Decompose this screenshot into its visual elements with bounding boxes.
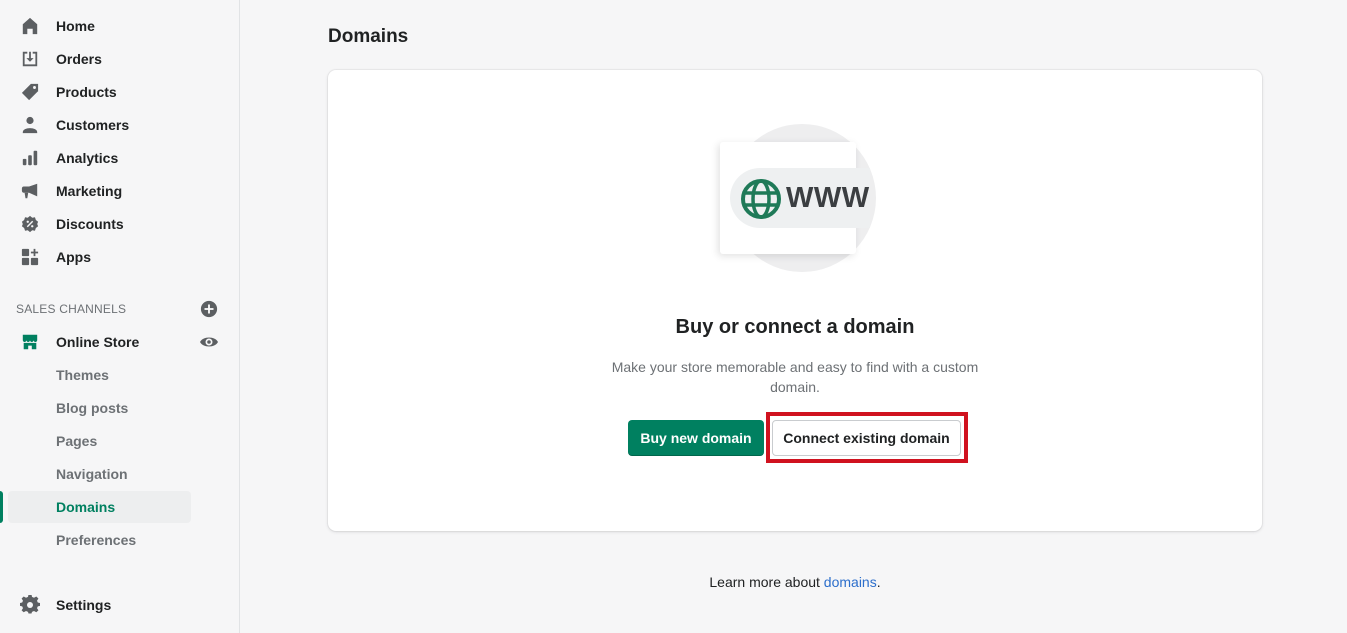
nav-preferences-label: Preferences bbox=[56, 532, 137, 548]
nav-marketing[interactable]: Marketing bbox=[0, 175, 240, 207]
nav-domains[interactable]: Domains bbox=[0, 491, 240, 523]
nav-pages-label: Pages bbox=[56, 433, 98, 449]
learn-more-period: . bbox=[876, 574, 881, 590]
plus-circle-icon bbox=[200, 300, 218, 318]
empty-state-heading: Buy or connect a domain bbox=[675, 316, 915, 338]
nav-preferences[interactable]: Preferences bbox=[0, 524, 240, 556]
gear-icon bbox=[20, 595, 40, 615]
nav-analytics[interactable]: Analytics bbox=[0, 142, 240, 174]
learn-more-text: Learn more about bbox=[709, 574, 824, 590]
megaphone-icon bbox=[20, 181, 40, 201]
nav-settings-label: Settings bbox=[56, 597, 112, 613]
nav-discounts-label: Discounts bbox=[56, 216, 124, 232]
nav-home[interactable]: Home bbox=[0, 10, 240, 42]
nav-blog-posts-label: Blog posts bbox=[56, 400, 129, 416]
store-icon bbox=[20, 332, 40, 352]
buy-new-domain-button[interactable]: Buy new domain bbox=[628, 420, 764, 456]
nav-analytics-label: Analytics bbox=[56, 150, 119, 166]
domains-empty-state-card: WWW Buy or connect a domain Make your st… bbox=[328, 70, 1262, 531]
add-sales-channel-button[interactable] bbox=[200, 300, 218, 318]
nav-customers[interactable]: Customers bbox=[0, 109, 240, 141]
domain-illustration: WWW bbox=[716, 124, 876, 274]
nav-online-store-label: Online Store bbox=[56, 334, 140, 350]
apps-icon bbox=[20, 247, 40, 267]
orders-icon bbox=[20, 49, 40, 69]
nav-themes[interactable]: Themes bbox=[0, 359, 240, 391]
nav-settings[interactable]: Settings bbox=[0, 589, 240, 621]
page-title: Domains bbox=[328, 26, 409, 47]
sidebar: Home Orders Products Customers Analytics… bbox=[0, 0, 240, 633]
nav-discounts[interactable]: Discounts bbox=[0, 208, 240, 240]
empty-state-description: Make your store memorable and easy to fi… bbox=[611, 359, 979, 395]
nav-marketing-label: Marketing bbox=[56, 183, 123, 199]
nav-home-label: Home bbox=[56, 18, 95, 34]
learn-more-footer: Learn more about domains. bbox=[328, 574, 1262, 590]
nav-themes-label: Themes bbox=[56, 367, 109, 383]
discount-icon bbox=[20, 214, 40, 234]
tag-icon bbox=[20, 82, 40, 102]
nav-blog-posts[interactable]: Blog posts bbox=[0, 392, 240, 424]
home-icon bbox=[20, 16, 40, 36]
bar-chart-icon bbox=[20, 148, 40, 168]
connect-existing-domain-button[interactable]: Connect existing domain bbox=[772, 420, 961, 456]
nav-apps-label: Apps bbox=[56, 249, 91, 265]
nav-products[interactable]: Products bbox=[0, 76, 240, 108]
nav-domains-label: Domains bbox=[56, 499, 116, 515]
view-online-store-button[interactable] bbox=[199, 333, 219, 351]
sales-channels-heading: SALES CHANNELS bbox=[16, 302, 127, 316]
nav-products-label: Products bbox=[56, 84, 117, 100]
nav-apps[interactable]: Apps bbox=[0, 241, 240, 273]
nav-navigation[interactable]: Navigation bbox=[0, 458, 240, 490]
domains-help-link[interactable]: domains bbox=[824, 574, 877, 590]
nav-navigation-label: Navigation bbox=[56, 466, 128, 482]
nav-orders[interactable]: Orders bbox=[0, 43, 240, 75]
nav-orders-label: Orders bbox=[56, 51, 102, 67]
nav-pages[interactable]: Pages bbox=[0, 425, 240, 457]
nav-customers-label: Customers bbox=[56, 117, 130, 133]
person-icon bbox=[20, 115, 40, 135]
eye-icon bbox=[200, 337, 218, 347]
illustration-www-text: WWW bbox=[786, 182, 870, 214]
globe-icon bbox=[740, 178, 782, 220]
